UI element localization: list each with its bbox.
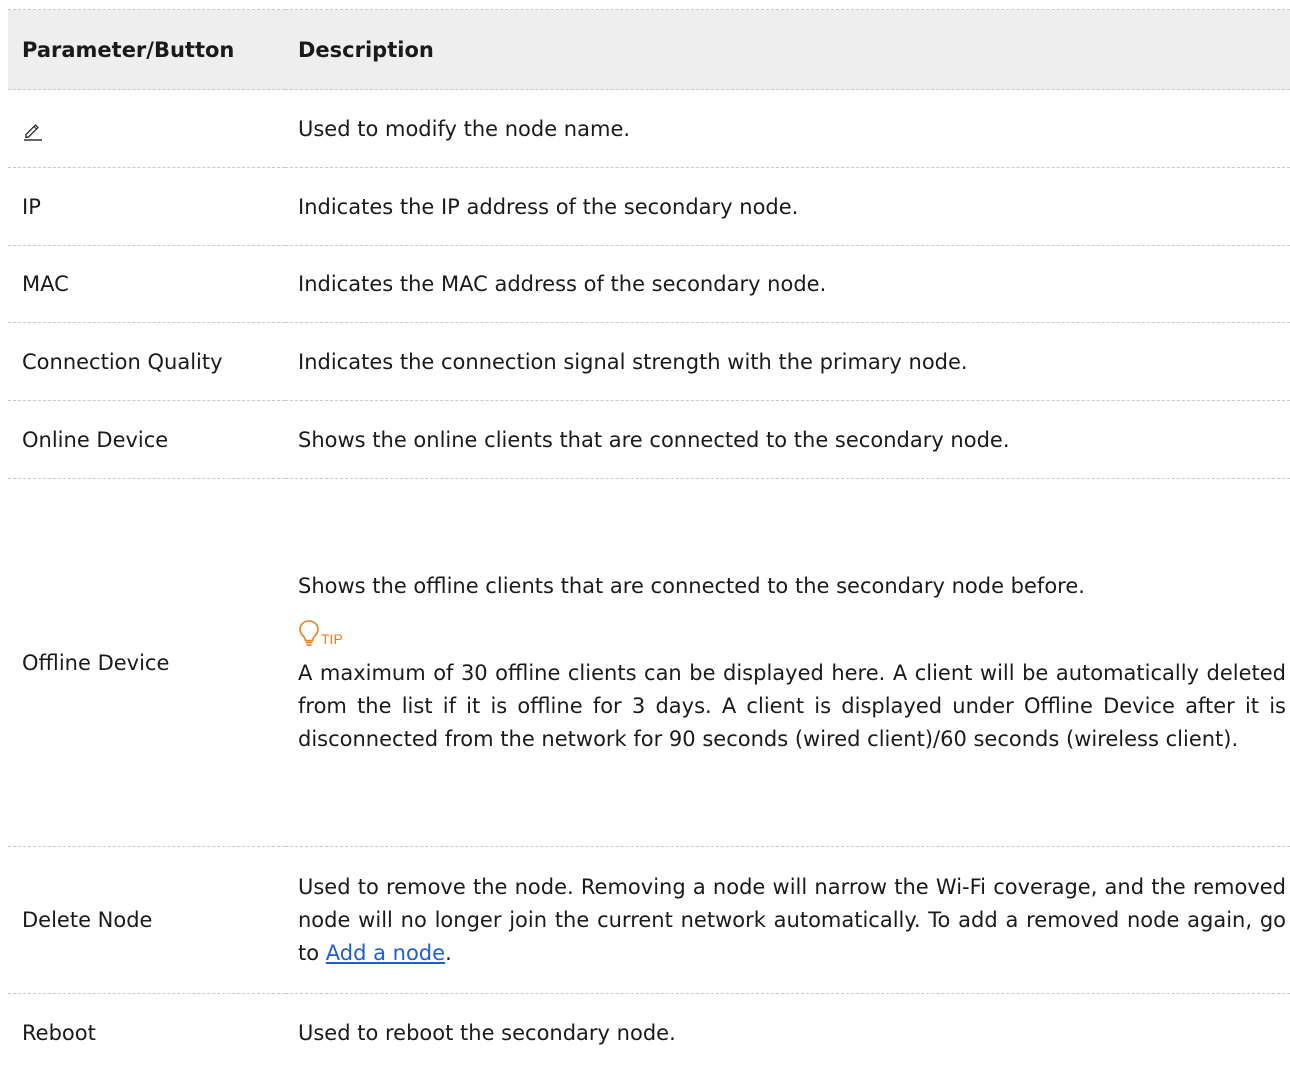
lightbulb-tip-icon: [298, 619, 320, 647]
param-cell: IP: [8, 168, 285, 246]
parameter-table: Parameter/Button Description Used to mod…: [8, 9, 1290, 1072]
table-row: Delete Node Used to remove the node. Rem…: [8, 847, 1290, 994]
table-header: Parameter/Button Description: [8, 10, 1290, 90]
header-row: Parameter/Button Description: [8, 10, 1290, 90]
description-text: Shows the offline clients that are conne…: [298, 570, 1286, 603]
description-cell: Shows the online clients that are connec…: [285, 401, 1290, 479]
add-a-node-link[interactable]: Add a node: [326, 941, 445, 965]
description-text: Used to remove the node. Removing a node…: [298, 871, 1286, 970]
edit-pencil-icon: [22, 119, 44, 141]
table-row: MAC Indicates the MAC address of the sec…: [8, 246, 1290, 323]
param-cell: Offline Device: [8, 479, 285, 847]
table-row: IP Indicates the IP address of the secon…: [8, 168, 1290, 246]
param-cell: Connection Quality: [8, 323, 285, 401]
description-cell: Used to remove the node. Removing a node…: [285, 847, 1290, 994]
table-row: Online Device Shows the online clients t…: [8, 401, 1290, 479]
description-cell: Used to modify the node name.: [285, 90, 1290, 168]
description-cell: Used to reboot the secondary node.: [285, 994, 1290, 1072]
table-row: Connection Quality Indicates the connect…: [8, 323, 1290, 401]
description-cell: Indicates the IP address of the secondar…: [285, 168, 1290, 246]
description-cell: Indicates the connection signal strength…: [285, 323, 1290, 401]
description-cell: Shows the offline clients that are conne…: [285, 479, 1290, 847]
tip-heading: TIP: [298, 619, 1286, 647]
tip-text: A maximum of 30 offline clients can be d…: [298, 657, 1286, 756]
table-row: Used to modify the node name.: [8, 90, 1290, 168]
header-description: Description: [285, 10, 1290, 90]
param-cell: Delete Node: [8, 847, 285, 994]
tip-label: TIP: [321, 632, 343, 646]
header-parameter: Parameter/Button: [8, 10, 285, 90]
param-cell: [8, 90, 285, 168]
table-row: Offline Device Shows the offline clients…: [8, 479, 1290, 847]
param-cell: Online Device: [8, 401, 285, 479]
description-after-link: .: [445, 941, 452, 965]
description-cell: Indicates the MAC address of the seconda…: [285, 246, 1290, 323]
table-row: Reboot Used to reboot the secondary node…: [8, 994, 1290, 1072]
param-cell: MAC: [8, 246, 285, 323]
param-cell: Reboot: [8, 994, 285, 1072]
